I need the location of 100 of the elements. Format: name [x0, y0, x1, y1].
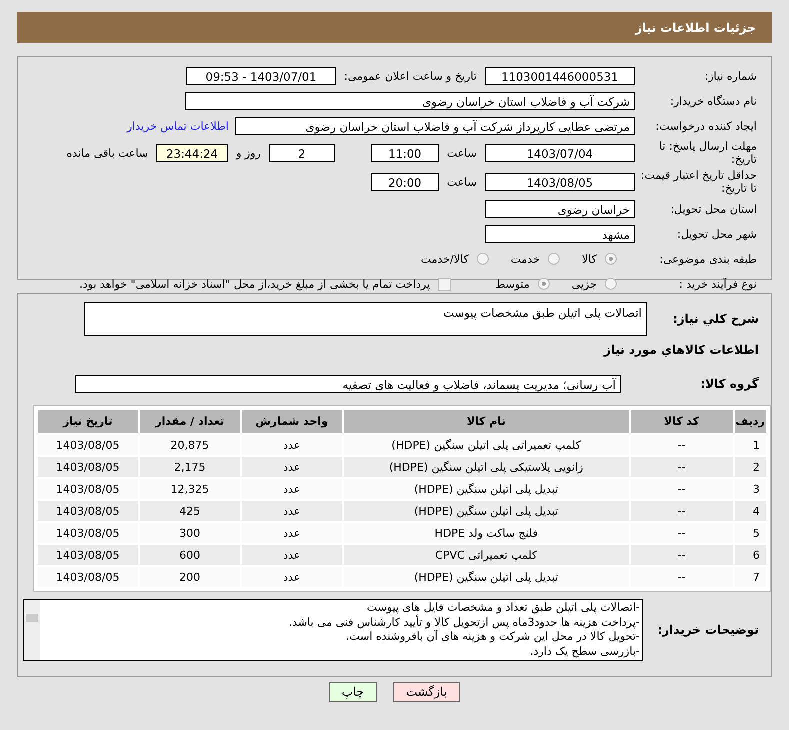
table-cell: 1403/08/05 — [38, 479, 138, 499]
column-header: واحد شمارش — [242, 410, 342, 433]
table-cell: 5 — [734, 523, 766, 543]
table-cell: 600 — [140, 545, 240, 565]
deadline-time-field: 11:00 — [371, 144, 440, 162]
field-label: توضیحات خریدار: — [656, 623, 760, 637]
table-cell: کلمپ تعمیراتی پلی اتیلن سنگین (HDPE) — [344, 435, 629, 455]
table-cell: 1403/08/05 — [38, 501, 138, 521]
radio-button[interactable] — [605, 278, 617, 290]
section-heading: اطلاعات کالاهاي مورد نياز — [602, 343, 760, 357]
table-cell: -- — [630, 457, 733, 477]
field-label: شهر محل تحویل: — [676, 228, 758, 240]
table-cell: 200 — [140, 567, 240, 587]
days-label: روز و — [236, 146, 262, 160]
radio-label: کالا — [582, 252, 597, 266]
table-cell: فلنج ساکت ولد HDPE — [344, 523, 629, 543]
need-number-field: 1103001446000531 — [485, 67, 635, 85]
table-cell: 2 — [734, 457, 766, 477]
radio-label: خدمت — [510, 252, 540, 266]
field-label: حداقل تاریخ اعتبار قیمت: تا تاریخ: — [640, 169, 758, 195]
deadline-date-field: 1403/07/04 — [485, 144, 635, 162]
radio-label: کالا/خدمت — [421, 252, 469, 266]
table-cell: تبدیل پلی اتیلن سنگین (HDPE) — [344, 479, 629, 499]
table-cell: -- — [630, 545, 733, 565]
table-cell: 7 — [734, 567, 766, 587]
field-label: شرح کلي نياز: — [672, 312, 760, 326]
field-label: نوع فرآیند خرید : — [678, 278, 758, 290]
goods-group-field: آب رسانی؛ مدیریت پسماند، فاضلاب و فعالیت های تصفیه — [75, 375, 621, 393]
description-field: اتصالات پلی اتیلن طبق مشخصات پیوست — [84, 302, 647, 336]
field-label: استان محل تحویل: — [670, 202, 758, 216]
table-cell: -- — [630, 479, 733, 499]
radio-button[interactable] — [605, 253, 617, 265]
time-label: ساعت — [447, 146, 477, 160]
action-button[interactable]: بازگشت — [393, 682, 460, 702]
table-cell: 4 — [734, 501, 766, 521]
field-label: طبقه بندی موضوعی: — [658, 252, 758, 266]
days-field: 2 — [269, 144, 336, 162]
scrollbar[interactable] — [24, 600, 40, 660]
field-label: مهلت ارسال پاسخ: تا تاریخ: — [658, 140, 758, 166]
city-field: مشهد — [485, 225, 635, 243]
note-line: -بازرسی سطح یک دارد. — [529, 644, 640, 659]
buyer-org-field: شرکت آب و فاضلاب استان خراسان رضوی — [185, 92, 635, 110]
action-button[interactable]: چاپ — [328, 682, 378, 702]
table-cell: تبدیل پلی اتیلن سنگین (HDPE) — [344, 567, 629, 587]
table-cell: 6 — [734, 545, 766, 565]
table-cell: -- — [630, 435, 733, 455]
announce-date-field: 1403/07/01 - 09:53 — [186, 67, 336, 85]
table-cell: عدد — [242, 545, 342, 565]
time-label: ساعت — [447, 176, 477, 188]
checkbox[interactable] — [438, 278, 452, 290]
checkbox-label: پرداخت تمام یا بخشی از مبلغ خرید،از محل "اسناد خزانه اسلامی" خواهد بود. — [80, 278, 430, 290]
table-cell: عدد — [242, 435, 342, 455]
table-cell: 20,875 — [140, 435, 240, 455]
note-line: -اتصالات پلی اتیلن طبق تعداد و مشخصات فایل های پیوست — [366, 601, 640, 614]
validity-time-field: 20:00 — [371, 173, 440, 191]
requester-field: مرتضی عطایی کارپرداز شرکت آب و فاضلاب استان خراسان رضوی — [235, 117, 635, 135]
column-header: نام کالا — [344, 410, 629, 433]
note-line: -پرداخت هزینه ها حدود3ماه پس ازتحویل کالا و تأیید کارشناس فنی می باشد. — [288, 616, 640, 629]
table-cell: کلمپ تعمیراتی CPVC — [344, 545, 629, 565]
note-line: -تحویل کالا در محل این شرکت و هزینه های آن بافروشنده است. — [345, 630, 640, 644]
column-header: تعداد / مقدار — [140, 410, 240, 433]
radio-button[interactable] — [538, 278, 550, 290]
table-cell: -- — [630, 523, 733, 543]
field-label: تاریخ و ساعت اعلان عمومی: — [344, 70, 477, 82]
table-cell: زانویی پلاستیکی پلی اتیلن سنگین (HDPE) — [344, 457, 629, 477]
table-cell: 300 — [140, 523, 240, 543]
table-cell: -- — [630, 501, 733, 521]
table-cell: 1403/08/05 — [38, 567, 138, 587]
table-cell: 2,175 — [140, 457, 240, 477]
radio-button[interactable] — [548, 253, 560, 265]
remaining-time-field: 23:44:24 — [156, 144, 228, 162]
field-label: شماره نیاز: — [704, 70, 758, 82]
buyer-contact-link[interactable]: اطلاعات تماس خریدار — [127, 120, 229, 132]
table-cell: 1403/08/05 — [38, 457, 138, 477]
table-cell: 425 — [140, 501, 240, 521]
column-header: ردیف — [734, 410, 766, 433]
table-cell: 1403/08/05 — [38, 545, 138, 565]
table-cell: 1403/08/05 — [38, 435, 138, 455]
radio-button[interactable] — [476, 253, 489, 265]
field-label: گروه کالا: — [700, 377, 760, 391]
table-cell: -- — [630, 567, 733, 587]
table-cell: عدد — [242, 457, 342, 477]
field-label: ایجاد کننده درخواست: — [654, 120, 758, 132]
column-header: کد کالا — [630, 410, 733, 433]
column-header: تاریخ نیاز — [38, 410, 138, 433]
radio-label: جزیی — [572, 278, 597, 290]
page-title: جزئیات اطلاعات نیاز — [635, 20, 756, 34]
table-cell: عدد — [242, 501, 342, 521]
province-field: خراسان رضوی — [485, 200, 635, 218]
table-cell: عدد — [242, 523, 342, 543]
field-label: نام دستگاه خریدار: — [669, 94, 758, 108]
radio-label: متوسط — [495, 278, 530, 290]
table-cell: 3 — [734, 479, 766, 499]
table-cell: 1 — [734, 435, 766, 455]
table-cell: عدد — [242, 567, 342, 587]
table-cell: 1403/08/05 — [38, 523, 138, 543]
remaining-label: ساعت باقی مانده — [66, 146, 148, 160]
validity-date-field: 1403/08/05 — [485, 173, 635, 191]
table-cell: تبدیل پلی اتیلن سنگین (HDPE) — [344, 501, 629, 521]
table-cell: عدد — [242, 479, 342, 499]
